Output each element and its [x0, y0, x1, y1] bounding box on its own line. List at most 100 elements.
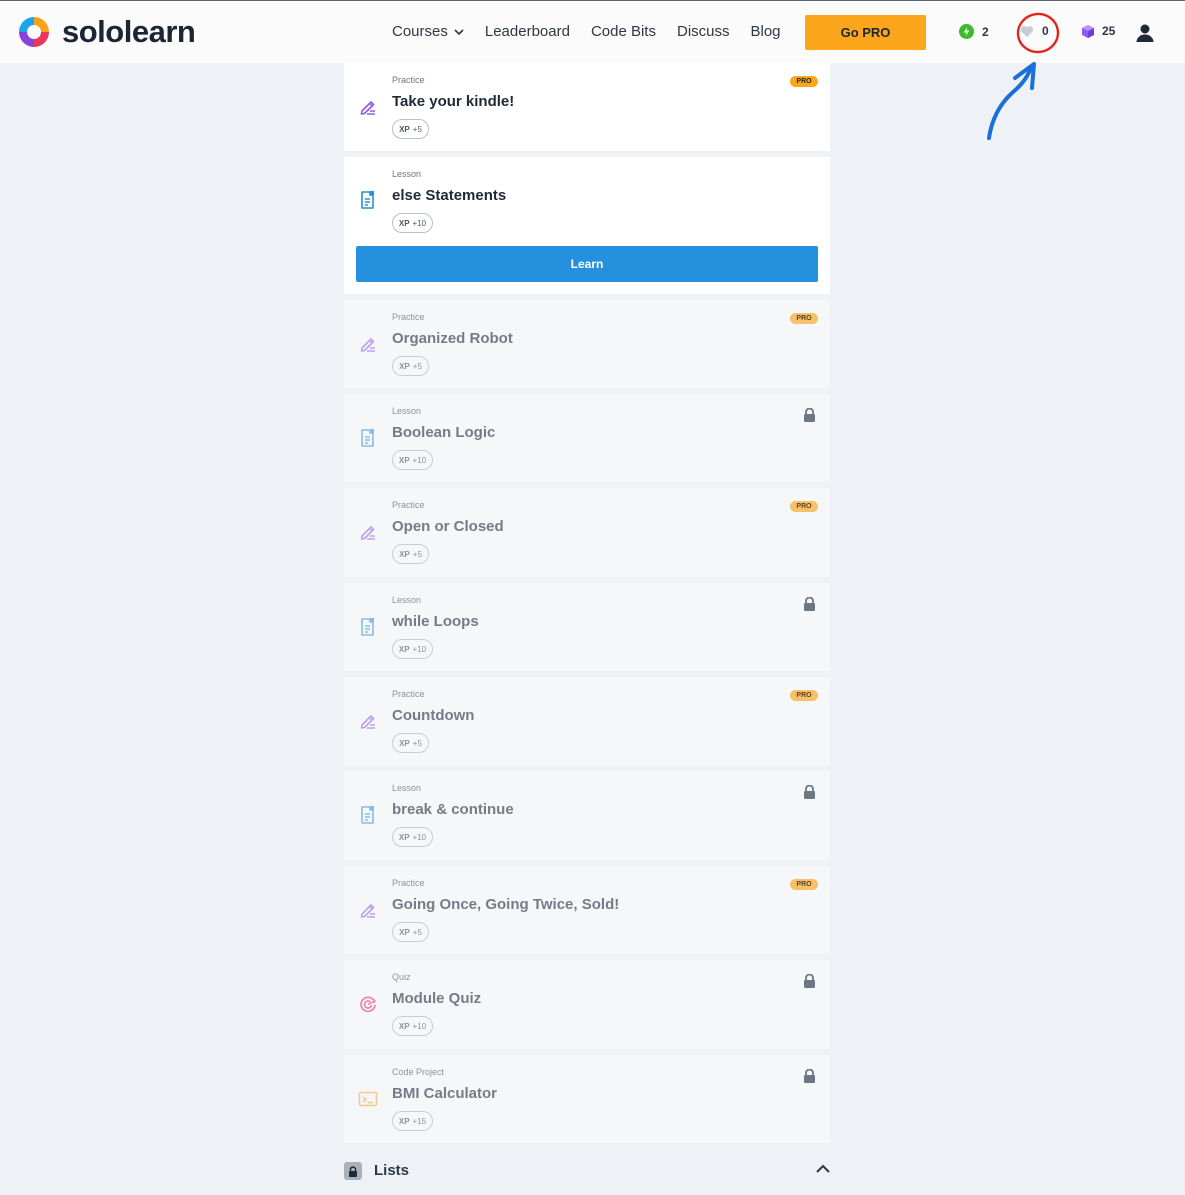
lesson-card[interactable]: Practice Countdown XP +5 PRO — [344, 677, 830, 766]
item-type-label: Practice — [392, 500, 425, 510]
lock-icon — [804, 407, 815, 422]
nav-courses-label: Courses — [392, 23, 448, 40]
document-icon — [358, 190, 378, 210]
lock-icon — [804, 1068, 815, 1083]
pencil-icon — [358, 522, 378, 542]
xp-badge: XP +15 — [392, 1111, 433, 1131]
pro-badge: PRO — [790, 879, 818, 890]
lesson-card[interactable]: Code Project BMI Calculator XP +15 — [344, 1055, 830, 1143]
xp-badge: XP +10 — [392, 1016, 433, 1036]
lock-icon — [804, 596, 815, 611]
xp-label: XP — [398, 218, 410, 228]
item-title: Module Quiz — [392, 990, 482, 1007]
pencil-icon — [358, 334, 378, 354]
learn-button[interactable]: Learn — [356, 246, 818, 282]
xp-label: XP — [399, 124, 410, 134]
document-icon — [358, 617, 378, 637]
xp-badge: XP +5 — [392, 922, 429, 942]
item-type-label: Lesson — [392, 169, 422, 179]
pencil-icon — [358, 97, 378, 117]
logo-text: sololearn — [62, 14, 196, 49]
xp-value: +10 — [412, 644, 427, 654]
lists-section-header[interactable]: Lists — [344, 1158, 830, 1184]
lesson-card[interactable]: Lesson while Loops XP +10 — [344, 583, 830, 671]
heart-icon — [1020, 25, 1034, 37]
lists-title: Lists — [374, 1162, 410, 1179]
item-type-label: Practice — [392, 312, 425, 322]
nav-leaderboard[interactable]: Leaderboard — [485, 22, 570, 42]
chevron-up-icon[interactable] — [816, 1164, 830, 1173]
item-title: while Loops — [392, 613, 479, 630]
lesson-card[interactable]: Practice Going Once, Going Twice, Sold! XP… — [344, 866, 830, 954]
item-title: break & continue — [392, 801, 514, 818]
lesson-card[interactable]: Lesson break & continue XP +10 — [344, 771, 830, 860]
user-icon — [1136, 24, 1154, 42]
lock-icon — [804, 973, 815, 988]
hearts-count: 0 — [1042, 24, 1049, 38]
nav-code-bits[interactable]: Code Bits — [591, 22, 656, 42]
item-title: Countdown — [392, 707, 475, 724]
xp-badge: XP +5 — [392, 544, 429, 564]
lesson-card[interactable]: Practice Organized Robot XP +5 PRO — [344, 300, 830, 388]
nav-blog[interactable]: Blog — [751, 22, 781, 42]
go-pro-button[interactable]: Go PRO — [805, 15, 926, 50]
xp-label: XP — [399, 927, 410, 937]
chevron-down-icon — [454, 28, 464, 35]
xp-value: +15 — [412, 1116, 427, 1126]
lists-lock-badge — [344, 1162, 362, 1180]
lesson-card[interactable]: Quiz Module Quiz XP +10 — [344, 960, 830, 1049]
xp-badge: XP +10 — [392, 827, 433, 847]
xp-value: +5 — [412, 549, 422, 559]
item-title: Take your kindle! — [392, 93, 515, 110]
xp-badge: XP +5 — [392, 119, 429, 139]
xp-label: XP — [398, 644, 410, 654]
xp-label: XP — [398, 1021, 410, 1031]
lock-icon — [804, 784, 815, 799]
xp-badge: XP +10 — [392, 450, 433, 470]
xp-value: +5 — [412, 361, 422, 371]
annotation-arrow-head — [1013, 62, 1036, 90]
xp-badge: XP +5 — [392, 356, 429, 376]
hearts-counter[interactable]: 0 — [1020, 24, 1049, 38]
annotation-arrow — [987, 66, 1033, 140]
xp-label: XP — [399, 549, 410, 559]
xp-label: XP — [398, 455, 410, 465]
lock-indicator — [803, 596, 816, 616]
pro-badge: PRO — [790, 690, 818, 701]
xp-value: +5 — [412, 927, 422, 937]
lesson-card[interactable]: Practice Open or Closed XP +5 PRO — [344, 488, 830, 577]
lock-icon — [349, 1165, 357, 1177]
user-avatar[interactable] — [1135, 23, 1155, 48]
pro-badge: PRO — [790, 501, 818, 512]
xp-label: XP — [399, 361, 410, 371]
streak-counter[interactable]: 2 — [959, 24, 989, 39]
xp-value: +10 — [412, 455, 427, 465]
item-title: Going Once, Going Twice, Sold! — [392, 896, 620, 913]
xp-badge: XP +10 — [392, 639, 433, 659]
lesson-card[interactable]: Lesson Boolean Logic XP +10 — [344, 394, 830, 482]
item-type-label: Lesson — [392, 406, 422, 416]
item-type-label: Practice — [392, 75, 425, 85]
target-icon — [358, 994, 378, 1014]
lock-indicator — [803, 784, 816, 804]
streak-count: 2 — [982, 24, 989, 39]
lesson-card[interactable]: Lesson else Statements XP +10 Learn — [344, 157, 830, 294]
item-title: Open or Closed — [392, 518, 504, 535]
bits-counter[interactable]: 25 — [1082, 24, 1115, 38]
nav-discuss[interactable]: Discuss — [677, 22, 730, 42]
lesson-card[interactable]: Practice Take your kindle! XP +5 PRO — [344, 63, 830, 151]
lock-indicator — [803, 973, 816, 993]
main-nav: Courses Leaderboard Code Bits Discuss Bl… — [392, 22, 802, 42]
pro-badge: PRO — [790, 313, 818, 324]
xp-badge: XP +10 — [392, 213, 433, 233]
item-type-label: Quiz — [392, 972, 411, 982]
xp-label: XP — [398, 832, 410, 842]
item-title: Organized Robot — [392, 330, 513, 347]
document-icon — [358, 805, 378, 825]
lock-indicator — [803, 1068, 816, 1088]
nav-courses[interactable]: Courses — [392, 22, 464, 42]
xp-value: +10 — [412, 832, 427, 842]
terminal-icon — [358, 1089, 378, 1109]
bits-count: 25 — [1102, 24, 1116, 38]
sololearn-logo[interactable]: sololearn — [16, 14, 196, 50]
